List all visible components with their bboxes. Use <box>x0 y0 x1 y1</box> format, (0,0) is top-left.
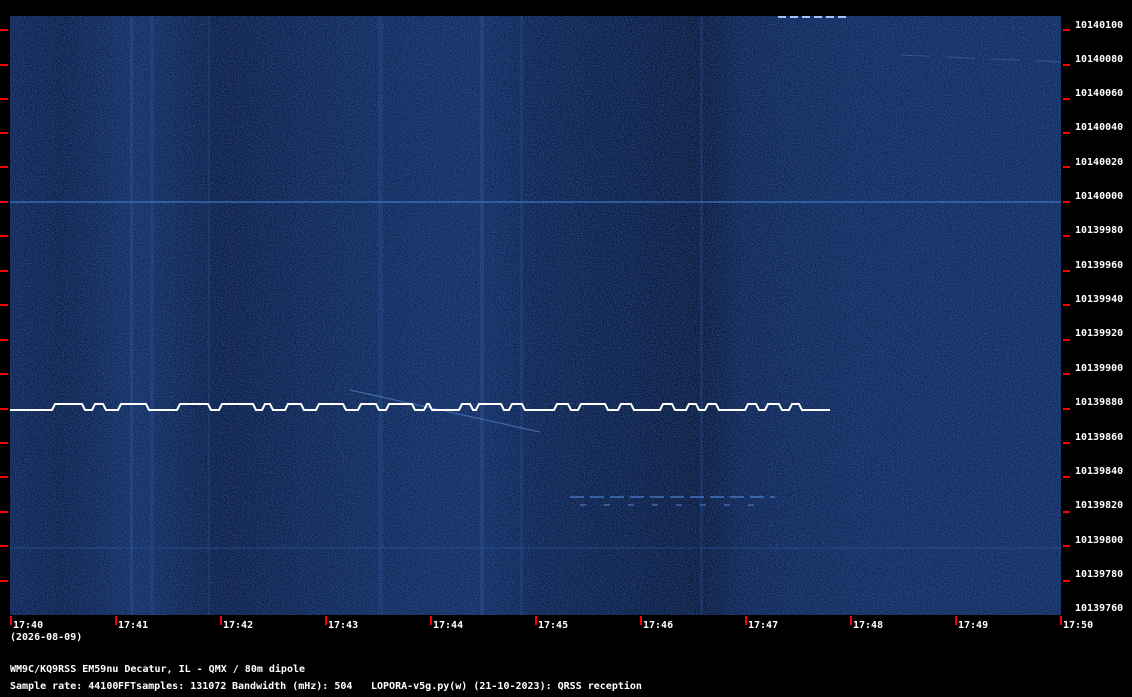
freq-label: 10139880 <box>1075 397 1124 408</box>
freq-label: 10139900 <box>1075 363 1124 374</box>
freq-label: 10139920 <box>1075 328 1124 339</box>
program-info: LOPORA-v5g.py(w) (21-10-2023): QRSS rece… <box>371 681 642 692</box>
bottom-tick-marks <box>10 616 1062 625</box>
freq-label: 10139760 <box>1075 603 1124 614</box>
freq-label: 10140100 <box>1075 20 1124 31</box>
time-label: 17:40 <box>13 620 44 631</box>
freq-label: 10140000 <box>1075 191 1124 202</box>
station-info: WM9C/KQ9RSS EM59nu Decatur, IL - QMX / 8… <box>10 664 306 675</box>
freq-label: 10139960 <box>1075 260 1124 271</box>
time-label: 17:46 <box>643 620 674 631</box>
bandwidth: Bandwidth (mHz): 504 <box>232 681 353 692</box>
time-label: 17:47 <box>748 620 779 631</box>
fft-samples: FFTsamples: 131072 <box>118 681 227 692</box>
freq-label: 10139940 <box>1075 294 1124 305</box>
freq-label: 10139980 <box>1075 225 1124 236</box>
waterfall-noise <box>10 16 1061 615</box>
freq-label: 10140060 <box>1075 88 1124 99</box>
time-label: 17:42 <box>223 620 254 631</box>
freq-label: 10140040 <box>1075 122 1124 133</box>
freq-label: 10140020 <box>1075 157 1124 168</box>
freq-label: 10140080 <box>1075 54 1124 65</box>
freq-label: 10139860 <box>1075 432 1124 443</box>
time-label: 17:41 <box>118 620 149 631</box>
sample-rate: Sample rate: 44100 <box>10 681 119 692</box>
time-label: 17:45 <box>538 620 569 631</box>
left-tick-marks <box>0 29 8 582</box>
waterfall-spectrogram <box>0 16 1070 625</box>
time-label: 17:50 <box>1063 620 1094 631</box>
freq-label: 10139800 <box>1075 535 1124 546</box>
time-label: 17:44 <box>433 620 464 631</box>
time-label: 17:48 <box>853 620 884 631</box>
freq-label: 10139840 <box>1075 466 1124 477</box>
freq-label: 10139780 <box>1075 569 1124 580</box>
time-label: 17:49 <box>958 620 989 631</box>
right-tick-marks <box>1063 29 1070 582</box>
freq-label: 10139820 <box>1075 500 1124 511</box>
date-label: (2026-08-09) <box>10 632 83 643</box>
time-label: 17:43 <box>328 620 359 631</box>
